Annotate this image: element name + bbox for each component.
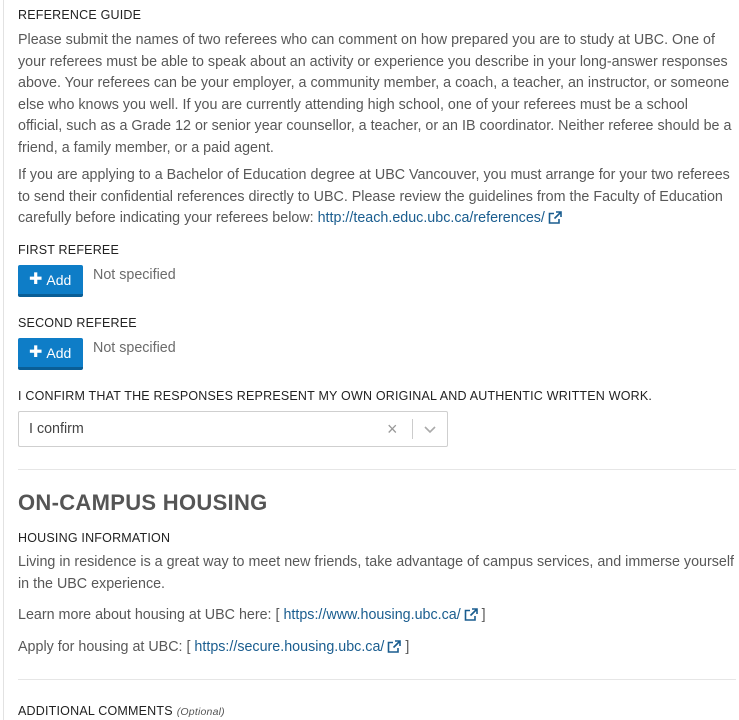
confirm-select[interactable]: I confirm × [18, 411, 448, 447]
reference-guide-paragraph-2: If you are applying to a Bachelor of Edu… [18, 165, 734, 232]
second-referee-status: Not specified [93, 340, 176, 356]
plus-icon: ✚ [29, 270, 43, 288]
housing-learn-more: Learn more about housing at UBC here: [ … [18, 605, 486, 629]
confirm-heading: I CONFIRM THAT THE RESPONSES REPRESENT M… [18, 389, 653, 403]
reference-guide-paragraph-1: Please submit the names of two referees … [18, 32, 732, 156]
confirm-selected-value: I confirm [29, 421, 84, 437]
first-referee-status: Not specified [93, 267, 176, 283]
left-border [3, 0, 4, 720]
first-referee-add-button[interactable]: ✚ Add [18, 265, 84, 297]
housing-apply-prefix: Apply for housing at UBC: [ [18, 639, 195, 655]
housing-website-link[interactable]: https://www.housing.ubc.ca/ [283, 607, 460, 623]
external-link-icon[interactable] [464, 607, 478, 629]
housing-learn-prefix: Learn more about housing at UBC here: [ [18, 607, 284, 623]
teach-references-link[interactable]: http://teach.educ.ubc.ca/references/ [318, 210, 545, 226]
section-divider [18, 469, 736, 470]
section-divider [18, 679, 736, 680]
additional-comments-heading: ADDITIONAL COMMENTS (Optional) [18, 704, 225, 718]
chevron-down-icon[interactable] [423, 422, 437, 441]
plus-icon: ✚ [29, 343, 43, 361]
second-referee-add-button[interactable]: ✚ Add [18, 338, 84, 370]
clear-icon[interactable]: × [387, 419, 398, 440]
external-link-icon[interactable] [548, 210, 562, 232]
second-referee-heading: SECOND REFEREE [18, 316, 137, 330]
housing-apply: Apply for housing at UBC: [ https://secu… [18, 637, 409, 661]
select-separator [412, 419, 413, 439]
housing-apply-suffix: ] [401, 639, 410, 655]
housing-info-heading: HOUSING INFORMATION [18, 531, 171, 545]
reference-guide-heading: REFERENCE GUIDE [18, 8, 142, 22]
housing-info-paragraph: Living in residence is a great way to me… [18, 554, 734, 592]
add-button-label: Add [46, 271, 72, 288]
housing-learn-suffix: ] [477, 607, 486, 623]
housing-apply-link[interactable]: https://secure.housing.ubc.ca/ [194, 639, 384, 655]
optional-tag: (Optional) [176, 706, 225, 718]
first-referee-heading: FIRST REFEREE [18, 243, 119, 257]
external-link-icon[interactable] [387, 639, 402, 661]
additional-comments-label: ADDITIONAL COMMENTS [18, 704, 173, 718]
add-button-label: Add [46, 344, 72, 361]
housing-section-title: ON-CAMPUS HOUSING [18, 490, 268, 515]
